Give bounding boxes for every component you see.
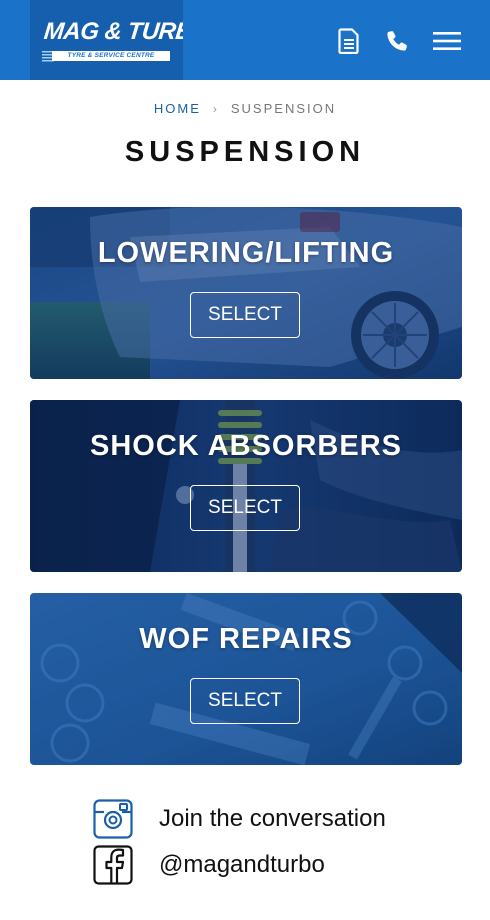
select-button[interactable]: SELECT (190, 292, 300, 338)
instagram-icon[interactable] (93, 799, 133, 839)
breadcrumb-current: SUSPENSION (230, 101, 337, 116)
page-title: SUSPENSION (124, 136, 366, 168)
breadcrumb-chevron-icon: › (212, 102, 219, 116)
select-button[interactable]: SELECT (190, 678, 300, 724)
card-title: WOF REPAIRS (139, 623, 353, 655)
document-icon[interactable] (334, 26, 364, 56)
logo-sub-banner: TYRE & SERVICE CENTRE (52, 51, 170, 61)
instagram-row[interactable]: Join the conversation (93, 799, 386, 839)
category-card-wof-repairs[interactable]: WOF REPAIRS SELECT (30, 593, 462, 765)
category-card-lowering-lifting[interactable]: LOWERING/LIFTING SELECT (30, 207, 462, 379)
breadcrumb-home-link[interactable]: HOME (154, 101, 201, 116)
hamburger-menu-icon[interactable] (432, 26, 462, 56)
instagram-text: Join the conversation (159, 805, 386, 832)
facebook-row[interactable]: @magandturbo (93, 845, 325, 885)
site-logo[interactable]: MAG & TURBO TYRE & SERVICE CENTRE (30, 0, 183, 80)
logo-main-text: MAG & TURBO (42, 18, 183, 45)
phone-icon[interactable] (382, 26, 412, 56)
site-header: MAG & TURBO TYRE & SERVICE CENTRE (0, 0, 490, 80)
logo-sub-text: TYRE & SERVICE CENTRE (67, 52, 155, 59)
facebook-text: @magandturbo (159, 851, 325, 878)
select-button[interactable]: SELECT (190, 485, 300, 531)
card-title: LOWERING/LIFTING (97, 237, 395, 269)
facebook-icon[interactable] (93, 845, 133, 885)
category-card-shock-absorbers[interactable]: SHOCK ABSORBERS SELECT (30, 400, 462, 572)
card-title: SHOCK ABSORBERS (89, 430, 402, 462)
breadcrumb: HOME › SUSPENSION (0, 100, 490, 118)
